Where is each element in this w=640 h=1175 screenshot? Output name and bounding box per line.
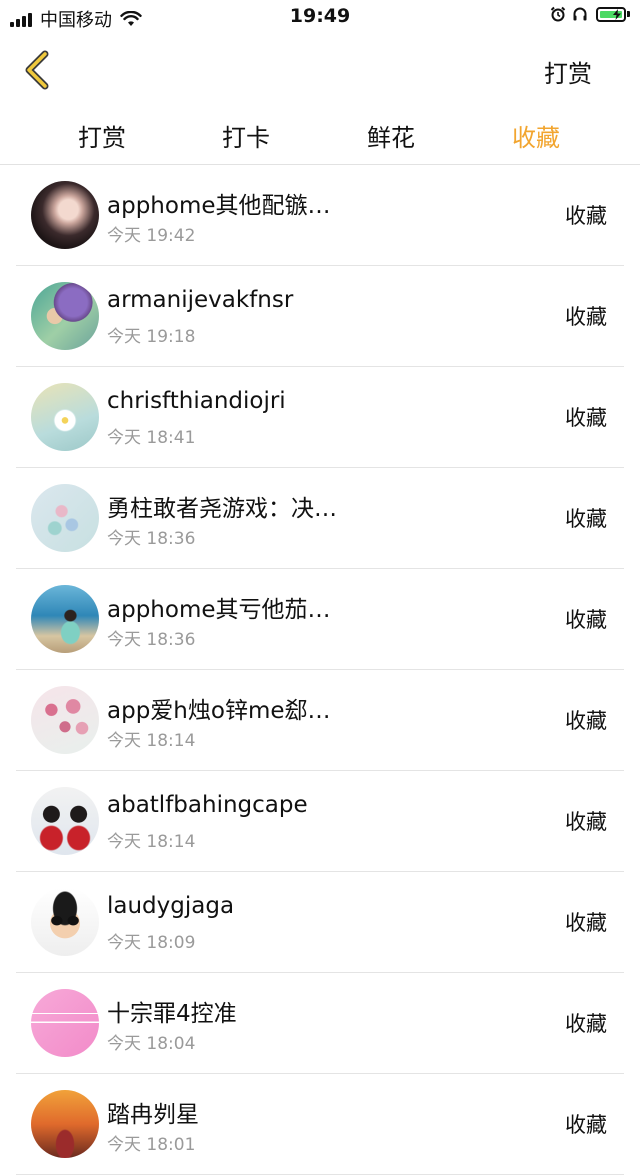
item-time: 今天 18:36 bbox=[107, 529, 196, 549]
favorite-button[interactable]: 收藏 bbox=[565, 503, 607, 533]
avatar bbox=[31, 181, 99, 249]
reward-nav-button[interactable]: 打赏 bbox=[544, 54, 592, 89]
favorites-list: apphome其他配镞… 今天 19:42 收藏 armanijevakfnsr… bbox=[0, 165, 640, 1175]
item-time: 今天 18:14 bbox=[107, 832, 196, 852]
list-item[interactable]: apphome其亏他茄… 今天 18:36 收藏 bbox=[16, 569, 624, 670]
item-name: 勇柱敢者尧游戏：决… bbox=[107, 496, 337, 522]
favorite-button[interactable]: 收藏 bbox=[565, 1008, 607, 1038]
list-item[interactable]: chrisfthiandiojri 今天 18:41 收藏 bbox=[16, 367, 624, 468]
favorite-button[interactable]: 收藏 bbox=[565, 301, 607, 331]
favorite-button[interactable]: 收藏 bbox=[565, 604, 607, 634]
item-time: 今天 18:36 bbox=[107, 630, 196, 650]
item-name: app爱h烛o锌me郄… bbox=[107, 698, 331, 724]
list-item[interactable]: 勇柱敢者尧游戏：决… 今天 18:36 收藏 bbox=[16, 468, 624, 569]
item-time: 今天 19:42 bbox=[107, 226, 196, 246]
avatar bbox=[31, 989, 99, 1057]
item-time: 今天 19:18 bbox=[107, 327, 196, 347]
tab-favorites[interactable]: 收藏 bbox=[476, 118, 596, 153]
avatar bbox=[31, 686, 99, 754]
tab-checkin[interactable]: 打卡 bbox=[186, 118, 306, 153]
tab-bar: 打赏 打卡 鲜花 收藏 bbox=[0, 104, 640, 165]
avatar bbox=[31, 787, 99, 855]
list-item[interactable]: app爱h烛o锌me郄… 今天 18:14 收藏 bbox=[16, 670, 624, 771]
item-name: 踏冉刿星 bbox=[107, 1102, 199, 1128]
alarm-icon bbox=[550, 6, 566, 22]
battery-icon bbox=[596, 6, 630, 22]
item-time: 今天 18:01 bbox=[107, 1135, 196, 1155]
headphones-icon bbox=[573, 7, 587, 21]
list-item[interactable]: abatlfbahingcape 今天 18:14 收藏 bbox=[16, 771, 624, 872]
favorite-button[interactable]: 收藏 bbox=[565, 402, 607, 432]
avatar bbox=[31, 383, 99, 451]
item-name: 十宗罪4控准 bbox=[107, 1001, 237, 1027]
list-item[interactable]: armanijevakfnsr 今天 19:18 收藏 bbox=[16, 266, 624, 367]
item-name: chrisfthiandiojri bbox=[107, 388, 286, 414]
favorite-button[interactable]: 收藏 bbox=[565, 705, 607, 735]
nav-bar: 打赏 bbox=[0, 34, 640, 104]
back-button[interactable] bbox=[18, 50, 58, 90]
item-name: armanijevakfnsr bbox=[107, 287, 294, 313]
item-time: 今天 18:04 bbox=[107, 1034, 196, 1054]
list-item[interactable]: 十宗罪4控准 今天 18:04 收藏 bbox=[16, 973, 624, 1074]
avatar bbox=[31, 1090, 99, 1158]
tab-flowers[interactable]: 鲜花 bbox=[331, 118, 451, 153]
item-time: 今天 18:09 bbox=[107, 933, 196, 953]
avatar bbox=[31, 888, 99, 956]
status-right bbox=[544, 6, 630, 22]
status-bar: 中国移动 19:49 bbox=[0, 0, 640, 34]
favorite-button[interactable]: 收藏 bbox=[565, 1109, 607, 1139]
avatar bbox=[31, 585, 99, 653]
list-item[interactable]: 踏冉刿星 今天 18:01 收藏 bbox=[16, 1074, 624, 1175]
item-name: laudygjaga bbox=[107, 893, 235, 919]
favorite-button[interactable]: 收藏 bbox=[565, 806, 607, 836]
chevron-left-icon bbox=[25, 50, 49, 90]
item-name: apphome其他配镞… bbox=[107, 193, 331, 219]
favorite-button[interactable]: 收藏 bbox=[565, 907, 607, 937]
item-name: apphome其亏他茄… bbox=[107, 597, 331, 623]
item-time: 今天 18:14 bbox=[107, 731, 196, 751]
item-time: 今天 18:41 bbox=[107, 428, 196, 448]
list-item[interactable]: apphome其他配镞… 今天 19:42 收藏 bbox=[16, 165, 624, 266]
item-name: abatlfbahingcape bbox=[107, 792, 308, 818]
avatar bbox=[31, 282, 99, 350]
avatar bbox=[31, 484, 99, 552]
favorite-button[interactable]: 收藏 bbox=[565, 200, 607, 230]
list-item[interactable]: laudygjaga 今天 18:09 收藏 bbox=[16, 872, 624, 973]
tab-reward[interactable]: 打赏 bbox=[42, 118, 162, 153]
